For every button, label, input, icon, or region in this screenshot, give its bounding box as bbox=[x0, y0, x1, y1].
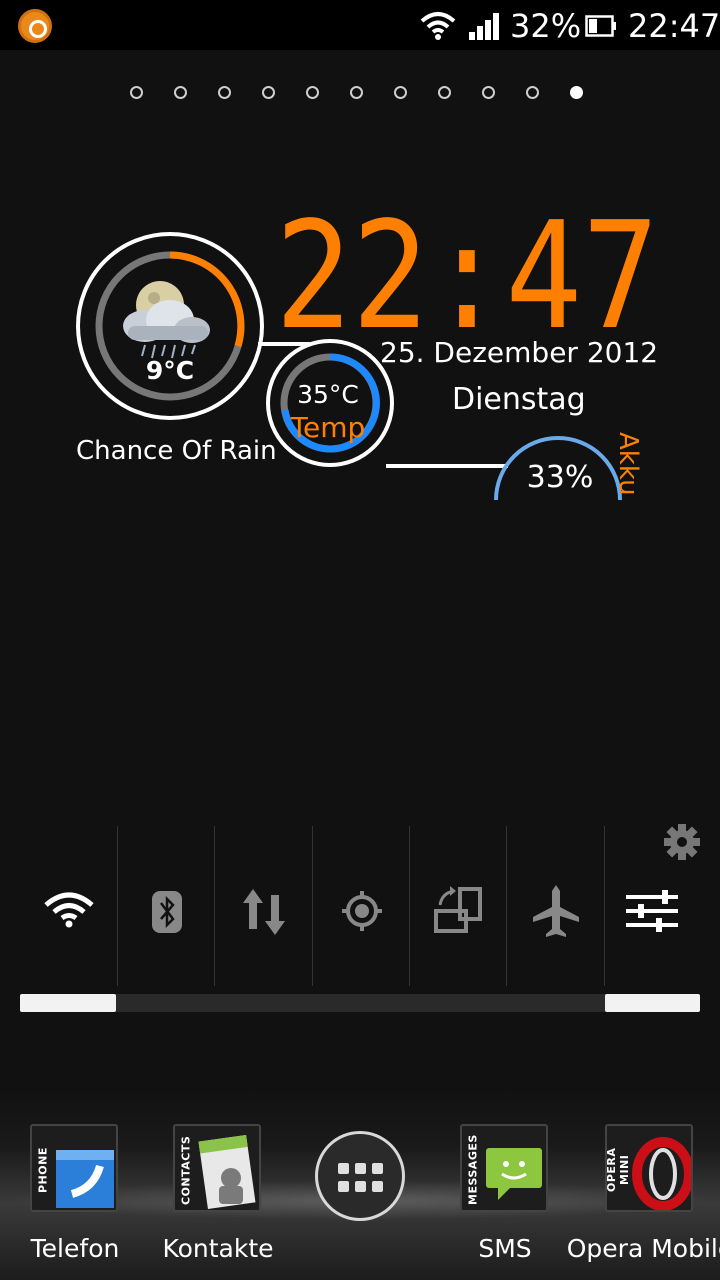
toggle-state-on bbox=[20, 994, 116, 1012]
opera-notification-icon bbox=[18, 9, 52, 43]
wifi-icon bbox=[420, 12, 456, 40]
page-dot[interactable] bbox=[350, 86, 363, 99]
weekday-text: Dienstag bbox=[452, 382, 586, 417]
toggle-airplane-mode[interactable] bbox=[507, 826, 603, 994]
app-label: Opera Mobile bbox=[566, 1234, 720, 1263]
weather-ring-outer bbox=[76, 232, 264, 420]
app-telefon[interactable]: PHONE Telefon bbox=[0, 1124, 150, 1274]
battery-level-value: 33% bbox=[526, 460, 594, 495]
tile-label: MESSAGES bbox=[466, 1134, 480, 1206]
app-drawer-button[interactable] bbox=[315, 1131, 405, 1221]
page-dot[interactable] bbox=[482, 86, 495, 99]
toggle-wifi[interactable] bbox=[20, 826, 116, 994]
phone-icon: PHONE bbox=[30, 1124, 118, 1212]
tile-label: CONTACTS bbox=[179, 1135, 193, 1205]
page-dot[interactable] bbox=[526, 86, 539, 99]
toggle-gps[interactable] bbox=[313, 826, 409, 994]
app-opera-mobile[interactable]: OPERA MINI Opera Mobile bbox=[567, 1124, 720, 1274]
toggle-mobile-data[interactable] bbox=[215, 826, 311, 994]
app-kontakte[interactable]: CONTACTS Kontakte bbox=[143, 1124, 293, 1274]
data-arrows-icon bbox=[243, 889, 285, 935]
page-dot[interactable] bbox=[306, 86, 319, 99]
battery-icon bbox=[585, 15, 616, 37]
power-control-widget bbox=[20, 826, 700, 1016]
tile-label: OPERA MINI bbox=[605, 1147, 631, 1193]
weather-ring-progress bbox=[169, 251, 245, 347]
battery-level-label: Akku bbox=[613, 432, 643, 496]
battery-temp-value: 35°C bbox=[297, 380, 359, 409]
opera-icon: OPERA MINI bbox=[605, 1124, 693, 1212]
airplane-icon bbox=[533, 885, 579, 937]
messages-icon: MESSAGES bbox=[460, 1124, 548, 1212]
battery-percent: 32% bbox=[510, 7, 582, 45]
rotate-icon bbox=[434, 886, 482, 933]
battery-temp-label: Temp bbox=[290, 411, 366, 444]
page-dot[interactable] bbox=[262, 86, 275, 99]
page-dot[interactable] bbox=[174, 86, 187, 99]
weather-condition: Chance Of Rain bbox=[76, 436, 277, 466]
app-sms[interactable]: MESSAGES SMS bbox=[430, 1124, 580, 1274]
wifi-icon bbox=[44, 892, 94, 928]
page-dot[interactable] bbox=[394, 86, 407, 99]
signal-icon bbox=[469, 13, 499, 40]
app-drawer-icon bbox=[338, 1163, 384, 1193]
toggle-bluetooth[interactable] bbox=[118, 826, 214, 994]
toggle-settings[interactable] bbox=[605, 826, 701, 994]
page-dot[interactable] bbox=[218, 86, 231, 99]
toggle-state-on bbox=[605, 994, 700, 1012]
page-dot-active[interactable] bbox=[570, 86, 583, 99]
contacts-icon: CONTACTS bbox=[173, 1124, 261, 1212]
digital-clock[interactable]: 22:47 bbox=[272, 205, 662, 345]
rain-cloud-moon-icon bbox=[123, 281, 210, 359]
toggle-state-bar bbox=[20, 994, 700, 1012]
gps-icon bbox=[342, 891, 382, 931]
tile-label: PHONE bbox=[36, 1147, 50, 1193]
toggle-auto-rotate[interactable] bbox=[410, 826, 506, 994]
weather-temperature: 9°C bbox=[145, 356, 195, 385]
page-dot[interactable] bbox=[130, 86, 143, 99]
date-text: 25. Dezember 2012 bbox=[380, 336, 659, 369]
status-clock: 22:47 bbox=[628, 7, 720, 45]
digital-clock-text: 22:47 bbox=[275, 205, 659, 345]
page-dot[interactable] bbox=[438, 86, 451, 99]
status-bar: 32% 22:47 bbox=[0, 0, 720, 50]
bluetooth-icon bbox=[152, 891, 182, 933]
app-label: Kontakte bbox=[162, 1234, 274, 1263]
sliders-icon bbox=[626, 890, 678, 932]
